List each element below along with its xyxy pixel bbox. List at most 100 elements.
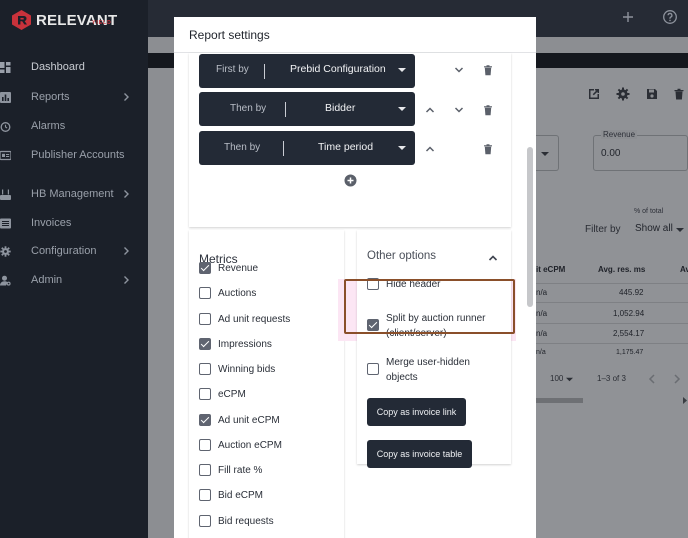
delete-row-icon[interactable] (482, 64, 494, 76)
table-cell-avg: 1,175.47 (616, 349, 644, 356)
copy-invoice-table-button[interactable]: Copy as invoice table (367, 440, 472, 468)
dialog-scrollbar[interactable] (527, 147, 533, 307)
sidebar-item-invoices[interactable]: Invoices (0, 213, 148, 233)
option-label: Merge user-hidden objects (386, 357, 470, 383)
checkbox[interactable] (199, 439, 211, 451)
metric-label: Revenue (218, 262, 259, 274)
sort-value: Time period (318, 141, 374, 153)
checkbox[interactable] (199, 464, 211, 476)
collapse-chevron-icon[interactable] (488, 254, 498, 262)
sort-separator (283, 141, 284, 156)
dropdown-caret-icon (398, 107, 406, 111)
checkbox[interactable] (199, 262, 211, 274)
checkbox[interactable] (199, 287, 211, 299)
sidebar-item-dashboard[interactable]: Dashboard (0, 57, 148, 77)
move-up-chevron-icon[interactable] (424, 104, 436, 116)
checkbox[interactable] (199, 363, 211, 375)
save-icon[interactable] (645, 87, 659, 101)
table-cell-ecpm: n/a (536, 309, 548, 318)
relevant-logo-icon (12, 10, 31, 30)
column-header-avg-res[interactable]: Avg. res. ms (598, 265, 645, 274)
chevron-down-icon (676, 228, 684, 232)
metric-option[interactable]: Bid requests (199, 514, 274, 528)
delete-row-icon[interactable] (482, 143, 494, 155)
table-row-divider (533, 302, 688, 303)
checkbox[interactable] (199, 338, 211, 350)
brand-subname: YIELD (92, 20, 112, 26)
sidebar-item-admin[interactable]: Admin (0, 270, 148, 290)
move-up-chevron-icon[interactable] (424, 143, 436, 155)
table-row-divider (533, 323, 688, 324)
other-options-title: Other options (367, 250, 437, 262)
checkbox[interactable] (199, 388, 211, 400)
chevron-right-icon[interactable] (673, 374, 681, 384)
sidebar-item-label: Publisher Accounts (31, 149, 125, 161)
list-icon (0, 218, 11, 228)
sidebar-item-alarms[interactable]: Alarms (0, 116, 148, 136)
table-cell-ecpm: n/a (536, 329, 548, 338)
dropdown-caret-icon (398, 68, 406, 72)
sort-select-third[interactable]: Then by Time period (199, 131, 415, 165)
copy-invoice-link-button[interactable]: Copy as invoice link (367, 398, 466, 426)
metric-label: Bid eCPM (218, 489, 264, 501)
table-row-divider (533, 283, 688, 284)
sidebar-item-label: Configuration (31, 245, 97, 257)
scroll-right-arrow-icon[interactable] (682, 397, 688, 404)
revenue-field-label: Revenue (601, 130, 638, 139)
sort-separator (285, 102, 286, 117)
checkbox[interactable] (367, 363, 379, 375)
chevron-right-icon (124, 93, 129, 101)
sort-select-first[interactable]: First by Prebid Configuration (199, 54, 415, 88)
option-merge-user-hidden[interactable]: Merge user-hidden objects (367, 355, 486, 385)
metric-option[interactable]: eCPM (199, 387, 246, 401)
chevron-right-icon (124, 276, 129, 284)
metric-option[interactable]: Auction eCPM (199, 438, 282, 452)
metric-option[interactable]: Revenue (199, 261, 258, 275)
metric-option[interactable]: Fill rate % (199, 463, 262, 477)
metric-option[interactable]: Winning bids (199, 362, 275, 376)
sidebar-item-configuration[interactable]: Configuration (0, 241, 148, 261)
sidebar-item-hb-management[interactable]: HB Management (0, 184, 148, 204)
open-external-icon[interactable] (587, 87, 601, 101)
metric-option[interactable]: Auctions (199, 286, 256, 300)
sort-order-card: First by Prebid Configuration Then by Bi… (189, 53, 511, 227)
table-row-divider (533, 343, 688, 344)
sort-value: Prebid Configuration (290, 63, 386, 75)
show-all-select[interactable]: Show all (635, 223, 673, 234)
add-sort-level-icon[interactable] (344, 174, 357, 187)
delete-row-icon[interactable] (482, 104, 494, 116)
metric-label: Fill rate % (218, 464, 263, 476)
sort-select-second[interactable]: Then by Bidder (199, 92, 415, 126)
metric-option[interactable]: Bid eCPM (199, 488, 263, 502)
plus-icon[interactable] (620, 9, 636, 25)
sort-prefix: Then by (230, 103, 267, 114)
column-header-more[interactable]: Av (680, 265, 688, 274)
chevron-right-icon (124, 190, 129, 198)
sidebar-item-label: Alarms (31, 120, 66, 132)
rows-per-page-select[interactable]: 100 (550, 374, 563, 383)
settings-gear-icon[interactable] (616, 87, 630, 101)
checkbox[interactable] (199, 489, 211, 501)
column-header-ecpm[interactable]: it eCPM (536, 265, 565, 274)
move-down-chevron-icon[interactable] (453, 104, 465, 116)
revenue-field-value: 0.00 (601, 148, 621, 159)
table-cell-avg: 1,052.94 (613, 309, 645, 318)
help-icon[interactable] (662, 9, 678, 25)
pagination-range: 1–3 of 3 (597, 374, 626, 383)
sort-prefix: Then by (224, 142, 261, 153)
report-settings-dialog: Report settings First by Prebid Configur… (174, 17, 536, 538)
delete-icon[interactable] (672, 87, 686, 101)
metric-option[interactable]: Impressions (199, 337, 272, 351)
move-down-chevron-icon[interactable] (453, 64, 465, 76)
sidebar-item-publisher-accounts[interactable]: Publisher Accounts (0, 145, 148, 165)
checkbox[interactable] (199, 414, 211, 426)
horizontal-scrollbar[interactable] (533, 398, 583, 403)
chevron-left-icon[interactable] (648, 374, 656, 384)
router-icon (0, 189, 11, 200)
checkbox[interactable] (199, 313, 211, 325)
metric-option[interactable]: Ad unit requests (199, 312, 290, 326)
alarm-clock-icon (0, 121, 11, 132)
metric-option[interactable]: Ad unit eCPM (199, 413, 280, 427)
sidebar-item-reports[interactable]: Reports (0, 87, 148, 107)
checkbox[interactable] (199, 515, 211, 527)
